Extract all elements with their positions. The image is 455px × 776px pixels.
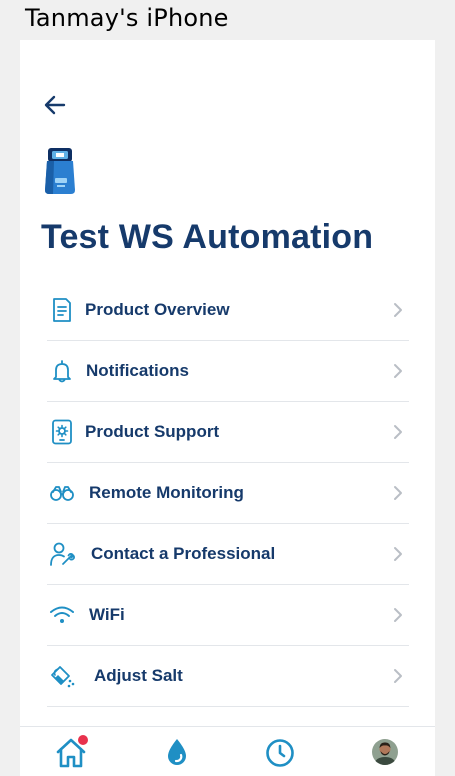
menu-item-label: Notifications (86, 361, 189, 380)
wifi-icon (50, 606, 74, 623)
avatar[interactable] (372, 739, 398, 765)
menu-item-product-overview[interactable]: Product Overview (47, 280, 409, 341)
product-image (45, 148, 75, 194)
chevron-right-icon (394, 669, 402, 683)
menu-item-label: Contact a Professional (91, 544, 276, 563)
menu-item-label: Product Support (85, 422, 220, 441)
page-title: Test WS Automation (41, 218, 374, 256)
device-name: Tanmay's iPhone (25, 4, 229, 32)
product-menu: Product Overview Notifications Product S… (47, 280, 409, 707)
menu-item-product-support[interactable]: Product Support (47, 402, 409, 463)
menu-item-wifi[interactable]: WiFi (47, 585, 409, 646)
bell-icon (53, 360, 71, 383)
menu-item-contact-professional[interactable]: Contact a Professional (47, 524, 409, 585)
water-drop-icon[interactable] (161, 737, 193, 769)
bottom-nav (20, 726, 435, 776)
chevron-right-icon (394, 364, 402, 378)
chevron-right-icon (394, 303, 402, 317)
menu-item-label: WiFi (89, 605, 125, 624)
chevron-right-icon (394, 608, 402, 622)
document-icon (53, 298, 71, 322)
menu-item-label: Product Overview (85, 300, 230, 319)
chevron-right-icon (394, 486, 402, 500)
menu-item-adjust-salt[interactable]: Adjust Salt (47, 646, 409, 707)
menu-item-label: Adjust Salt (94, 666, 183, 685)
clock-icon[interactable] (264, 737, 296, 769)
chevron-right-icon (394, 547, 402, 561)
notification-badge (78, 735, 88, 745)
tablet-gear-icon (52, 419, 72, 445)
back-arrow-icon[interactable] (42, 92, 68, 118)
binoculars-icon (50, 486, 74, 501)
salt-bucket-icon (51, 666, 75, 688)
menu-item-remote-monitoring[interactable]: Remote Monitoring (47, 463, 409, 524)
person-wrench-icon (50, 542, 75, 566)
app-screen: Test WS Automation Product Overview Noti… (20, 40, 435, 776)
chevron-right-icon (394, 425, 402, 439)
menu-item-notifications[interactable]: Notifications (47, 341, 409, 402)
menu-item-label: Remote Monitoring (89, 483, 244, 502)
